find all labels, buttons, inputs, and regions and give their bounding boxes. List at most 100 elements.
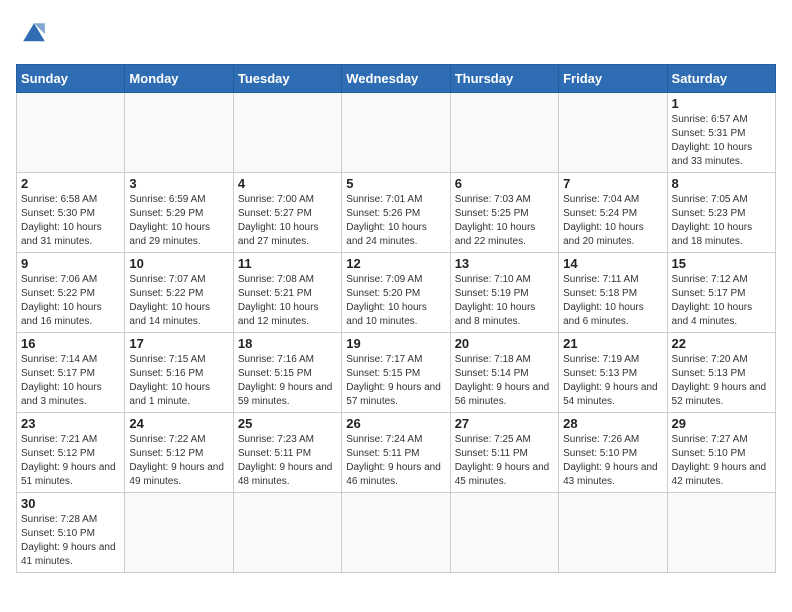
page-header: [16, 16, 776, 52]
calendar-cell: 27 Sunrise: 7:25 AM Sunset: 5:11 PM Dayli…: [450, 413, 558, 493]
calendar-cell: 30 Sunrise: 7:28 AM Sunset: 5:10 PM Dayli…: [17, 493, 125, 573]
calendar-cell: 16 Sunrise: 7:14 AM Sunset: 5:17 PM Dayli…: [17, 333, 125, 413]
day-info: Sunrise: 7:07 AM Sunset: 5:22 PM Dayligh…: [129, 273, 228, 329]
calendar-cell: [450, 493, 558, 573]
calendar-header-row: SundayMondayTuesdayWednesdayThursdayFrid…: [17, 65, 776, 93]
calendar-cell: 15 Sunrise: 7:12 AM Sunset: 5:17 PM Dayli…: [667, 253, 775, 333]
week-row-4: 16 Sunrise: 7:14 AM Sunset: 5:17 PM Dayli…: [17, 333, 776, 413]
day-number: 3: [129, 176, 228, 191]
day-number: 23: [21, 416, 120, 431]
day-number: 8: [672, 176, 771, 191]
day-info: Sunrise: 7:11 AM Sunset: 5:18 PM Dayligh…: [563, 273, 662, 329]
calendar-cell: 13Sunrise: 7:10 AM Sunset: 5:19 PM Dayli…: [450, 253, 558, 333]
day-number: 15: [672, 256, 771, 271]
day-number: 22: [672, 336, 771, 351]
calendar-cell: 4 Sunrise: 7:00 AM Sunset: 5:27 PM Daylig…: [233, 173, 341, 253]
day-info: Sunrise: 7:26 AM Sunset: 5:10 PM Dayligh…: [563, 433, 662, 489]
calendar: SundayMondayTuesdayWednesdayThursdayFrid…: [16, 64, 776, 573]
calendar-cell: 11Sunrise: 7:08 AM Sunset: 5:21 PM Dayli…: [233, 253, 341, 333]
day-info: Sunrise: 7:22 AM Sunset: 5:12 PM Dayligh…: [129, 433, 228, 489]
day-number: 17: [129, 336, 228, 351]
day-info: Sunrise: 7:27 AM Sunset: 5:10 PM Dayligh…: [672, 433, 771, 489]
day-info: Sunrise: 7:19 AM Sunset: 5:13 PM Dayligh…: [563, 353, 662, 409]
day-number: 28: [563, 416, 662, 431]
calendar-cell: 18 Sunrise: 7:16 AM Sunset: 5:15 PM Dayli…: [233, 333, 341, 413]
day-info: Sunrise: 7:00 AM Sunset: 5:27 PM Dayligh…: [238, 193, 337, 249]
calendar-cell: 20 Sunrise: 7:18 AM Sunset: 5:14 PM Dayli…: [450, 333, 558, 413]
week-row-2: 2 Sunrise: 6:58 AM Sunset: 5:30 PM Daylig…: [17, 173, 776, 253]
calendar-cell: 10 Sunrise: 7:07 AM Sunset: 5:22 PM Dayli…: [125, 253, 233, 333]
day-number: 4: [238, 176, 337, 191]
calendar-cell: 22Sunrise: 7:20 AM Sunset: 5:13 PM Dayli…: [667, 333, 775, 413]
day-info: Sunrise: 7:18 AM Sunset: 5:14 PM Dayligh…: [455, 353, 554, 409]
calendar-cell: 1 Sunrise: 6:57 AM Sunset: 5:31 PM Daylig…: [667, 93, 775, 173]
week-row-5: 23 Sunrise: 7:21 AM Sunset: 5:12 PM Dayli…: [17, 413, 776, 493]
day-info: Sunrise: 7:12 AM Sunset: 5:17 PM Dayligh…: [672, 273, 771, 329]
calendar-cell: 29 Sunrise: 7:27 AM Sunset: 5:10 PM Dayli…: [667, 413, 775, 493]
calendar-cell: 3 Sunrise: 6:59 AM Sunset: 5:29 PM Daylig…: [125, 173, 233, 253]
calendar-cell: 25 Sunrise: 7:23 AM Sunset: 5:11 PM Dayli…: [233, 413, 341, 493]
calendar-cell: [559, 93, 667, 173]
day-info: Sunrise: 7:23 AM Sunset: 5:11 PM Dayligh…: [238, 433, 337, 489]
day-number: 30: [21, 496, 120, 511]
calendar-cell: 14 Sunrise: 7:11 AM Sunset: 5:18 PM Dayli…: [559, 253, 667, 333]
day-number: 9: [21, 256, 120, 271]
week-row-6: 30 Sunrise: 7:28 AM Sunset: 5:10 PM Dayli…: [17, 493, 776, 573]
week-row-3: 9 Sunrise: 7:06 AM Sunset: 5:22 PM Daylig…: [17, 253, 776, 333]
day-info: Sunrise: 7:05 AM Sunset: 5:23 PM Dayligh…: [672, 193, 771, 249]
day-number: 25: [238, 416, 337, 431]
calendar-cell: [342, 493, 450, 573]
day-number: 20: [455, 336, 554, 351]
day-info: Sunrise: 7:25 AM Sunset: 5:11 PM Dayligh…: [455, 433, 554, 489]
logo: [16, 16, 58, 52]
day-number: 13: [455, 256, 554, 271]
day-info: Sunrise: 7:28 AM Sunset: 5:10 PM Dayligh…: [21, 513, 120, 569]
day-number: 14: [563, 256, 662, 271]
day-number: 27: [455, 416, 554, 431]
calendar-cell: 17 Sunrise: 7:15 AM Sunset: 5:16 PM Dayli…: [125, 333, 233, 413]
header-wednesday: Wednesday: [342, 65, 450, 93]
header-thursday: Thursday: [450, 65, 558, 93]
day-info: Sunrise: 7:03 AM Sunset: 5:25 PM Dayligh…: [455, 193, 554, 249]
day-info: Sunrise: 7:16 AM Sunset: 5:15 PM Dayligh…: [238, 353, 337, 409]
calendar-cell: 12Sunrise: 7:09 AM Sunset: 5:20 PM Dayli…: [342, 253, 450, 333]
day-info: Sunrise: 7:08 AM Sunset: 5:21 PM Dayligh…: [238, 273, 337, 329]
day-number: 16: [21, 336, 120, 351]
day-number: 5: [346, 176, 445, 191]
day-info: Sunrise: 7:24 AM Sunset: 5:11 PM Dayligh…: [346, 433, 445, 489]
day-number: 18: [238, 336, 337, 351]
calendar-cell: 8 Sunrise: 7:05 AM Sunset: 5:23 PM Daylig…: [667, 173, 775, 253]
header-friday: Friday: [559, 65, 667, 93]
calendar-cell: [450, 93, 558, 173]
day-info: Sunrise: 7:14 AM Sunset: 5:17 PM Dayligh…: [21, 353, 120, 409]
calendar-cell: [667, 493, 775, 573]
calendar-cell: [125, 493, 233, 573]
calendar-cell: 24Sunrise: 7:22 AM Sunset: 5:12 PM Dayli…: [125, 413, 233, 493]
day-number: 1: [672, 96, 771, 111]
header-saturday: Saturday: [667, 65, 775, 93]
calendar-cell: [342, 93, 450, 173]
calendar-cell: 26Sunrise: 7:24 AM Sunset: 5:11 PM Dayli…: [342, 413, 450, 493]
day-number: 29: [672, 416, 771, 431]
day-info: Sunrise: 7:06 AM Sunset: 5:22 PM Dayligh…: [21, 273, 120, 329]
day-info: Sunrise: 6:57 AM Sunset: 5:31 PM Dayligh…: [672, 113, 771, 169]
calendar-cell: 2 Sunrise: 6:58 AM Sunset: 5:30 PM Daylig…: [17, 173, 125, 253]
calendar-cell: 5Sunrise: 7:01 AM Sunset: 5:26 PM Daylig…: [342, 173, 450, 253]
day-info: Sunrise: 7:21 AM Sunset: 5:12 PM Dayligh…: [21, 433, 120, 489]
week-row-1: 1 Sunrise: 6:57 AM Sunset: 5:31 PM Daylig…: [17, 93, 776, 173]
header-sunday: Sunday: [17, 65, 125, 93]
day-number: 19: [346, 336, 445, 351]
calendar-cell: [233, 493, 341, 573]
day-info: Sunrise: 6:58 AM Sunset: 5:30 PM Dayligh…: [21, 193, 120, 249]
day-number: 10: [129, 256, 228, 271]
logo-icon: [16, 16, 52, 52]
calendar-cell: [559, 493, 667, 573]
day-number: 2: [21, 176, 120, 191]
day-info: Sunrise: 6:59 AM Sunset: 5:29 PM Dayligh…: [129, 193, 228, 249]
day-info: Sunrise: 7:15 AM Sunset: 5:16 PM Dayligh…: [129, 353, 228, 409]
calendar-cell: 7Sunrise: 7:04 AM Sunset: 5:24 PM Daylig…: [559, 173, 667, 253]
day-info: Sunrise: 7:17 AM Sunset: 5:15 PM Dayligh…: [346, 353, 445, 409]
calendar-cell: 28 Sunrise: 7:26 AM Sunset: 5:10 PM Dayli…: [559, 413, 667, 493]
day-info: Sunrise: 7:09 AM Sunset: 5:20 PM Dayligh…: [346, 273, 445, 329]
header-monday: Monday: [125, 65, 233, 93]
